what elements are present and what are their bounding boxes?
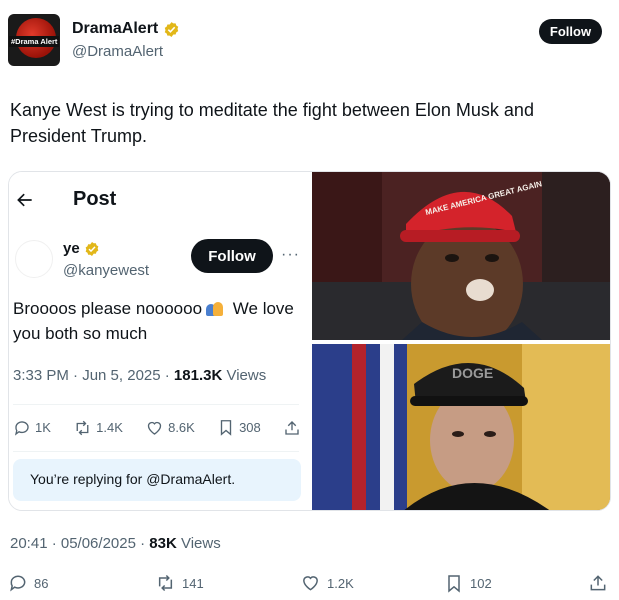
author-name-row: DramaAlert: [72, 20, 180, 38]
tweet-text: Kanye West is trying to meditate the fig…: [10, 100, 534, 146]
like-count: 1.2K: [327, 575, 354, 591]
cap-text: DOGE: [452, 365, 493, 381]
embed-repost-stat: 1.4K: [73, 419, 123, 437]
embed-views-count: 181.3K: [173, 367, 223, 384]
author-handle[interactable]: @DramaAlert: [72, 43, 163, 60]
embed-author-row: ye: [63, 240, 100, 257]
replying-notice: You’re replying for @DramaAlert.: [13, 459, 301, 501]
bookmark-icon: [448, 575, 460, 593]
like-icon: [303, 576, 318, 591]
embed-timestamp: 3:33 PM · Jun 5, 2025 ·: [13, 367, 174, 384]
follow-button[interactable]: Follow: [539, 19, 602, 44]
embed-text-before: Broooos please noooooo: [13, 299, 203, 318]
repost-icon: [76, 420, 89, 435]
embed-bookmark-count: 308: [239, 420, 261, 435]
avatar[interactable]: #Drama Alert: [8, 14, 60, 66]
tweet-timestamp[interactable]: 20:41 · 05/06/2025 ·: [10, 535, 149, 552]
views-count: 83K: [149, 535, 177, 552]
share-button[interactable]: [588, 573, 608, 593]
embed-views-label: Views: [222, 367, 267, 384]
media-grid[interactable]: Post ye @kanyewest Follow ··· Broooos pl…: [8, 171, 611, 511]
embed-repost-count: 1.4K: [96, 420, 123, 435]
embed-post-text: Broooos please noooooo We love you both …: [13, 296, 303, 346]
bookmark-button[interactable]: 102: [444, 573, 492, 594]
bookmark-count: 102: [470, 576, 492, 591]
reply-count: 86: [34, 575, 49, 591]
people-hugging-icon: [206, 300, 224, 316]
reply-icon: [10, 575, 26, 592]
avatar-tag: #Drama Alert: [9, 36, 60, 47]
more-options-icon: ···: [281, 246, 300, 263]
reply-icon: [14, 420, 29, 436]
author-name[interactable]: DramaAlert: [72, 20, 158, 38]
embedded-post-screenshot[interactable]: Post ye @kanyewest Follow ··· Broooos pl…: [9, 172, 312, 510]
embed-author-handle: @kanyewest: [63, 262, 150, 279]
bookmark-icon: [220, 420, 232, 436]
like-button[interactable]: 1.2K: [300, 573, 354, 593]
divider: [13, 451, 299, 452]
embed-like-stat: 8.6K: [145, 419, 195, 437]
embed-avatar: [15, 240, 53, 278]
share-icon: [285, 420, 299, 435]
repost-button[interactable]: 141: [155, 573, 204, 593]
verified-badge-icon: [165, 21, 179, 37]
like-icon: [147, 421, 162, 435]
embed-follow-button: Follow: [191, 239, 273, 273]
embed-meta: 3:33 PM · Jun 5, 2025 · 181.3K Views: [13, 367, 266, 384]
repost-icon: [158, 574, 173, 592]
share-icon: [590, 575, 606, 591]
photo-man-red-cap[interactable]: MAKE AMERICA GREAT AGAIN: [312, 172, 610, 340]
divider: [13, 404, 299, 405]
verified-badge-icon: [85, 241, 99, 256]
embed-reply-count: 1K: [35, 420, 51, 435]
embed-header-title: Post: [73, 188, 117, 210]
back-arrow-icon: [17, 193, 32, 207]
embed-author-name: ye: [63, 240, 80, 257]
embed-like-count: 8.6K: [168, 420, 195, 435]
photo-illustration: DOGE: [312, 344, 610, 510]
photo-man-black-cap[interactable]: DOGE: [312, 344, 610, 510]
photo-illustration: MAKE AMERICA GREAT AGAIN: [312, 172, 610, 340]
tweet-meta: 20:41 · 05/06/2025 · 83K Views: [10, 535, 221, 552]
reply-button[interactable]: 86: [8, 573, 48, 593]
repost-count: 141: [182, 575, 204, 591]
embed-action-bar: 1K 1.4K 8.6K 308: [13, 418, 301, 437]
views-label: Views: [176, 535, 221, 552]
embed-bookmark-stat: 308: [217, 418, 261, 437]
embed-reply-stat: 1K: [13, 419, 51, 437]
